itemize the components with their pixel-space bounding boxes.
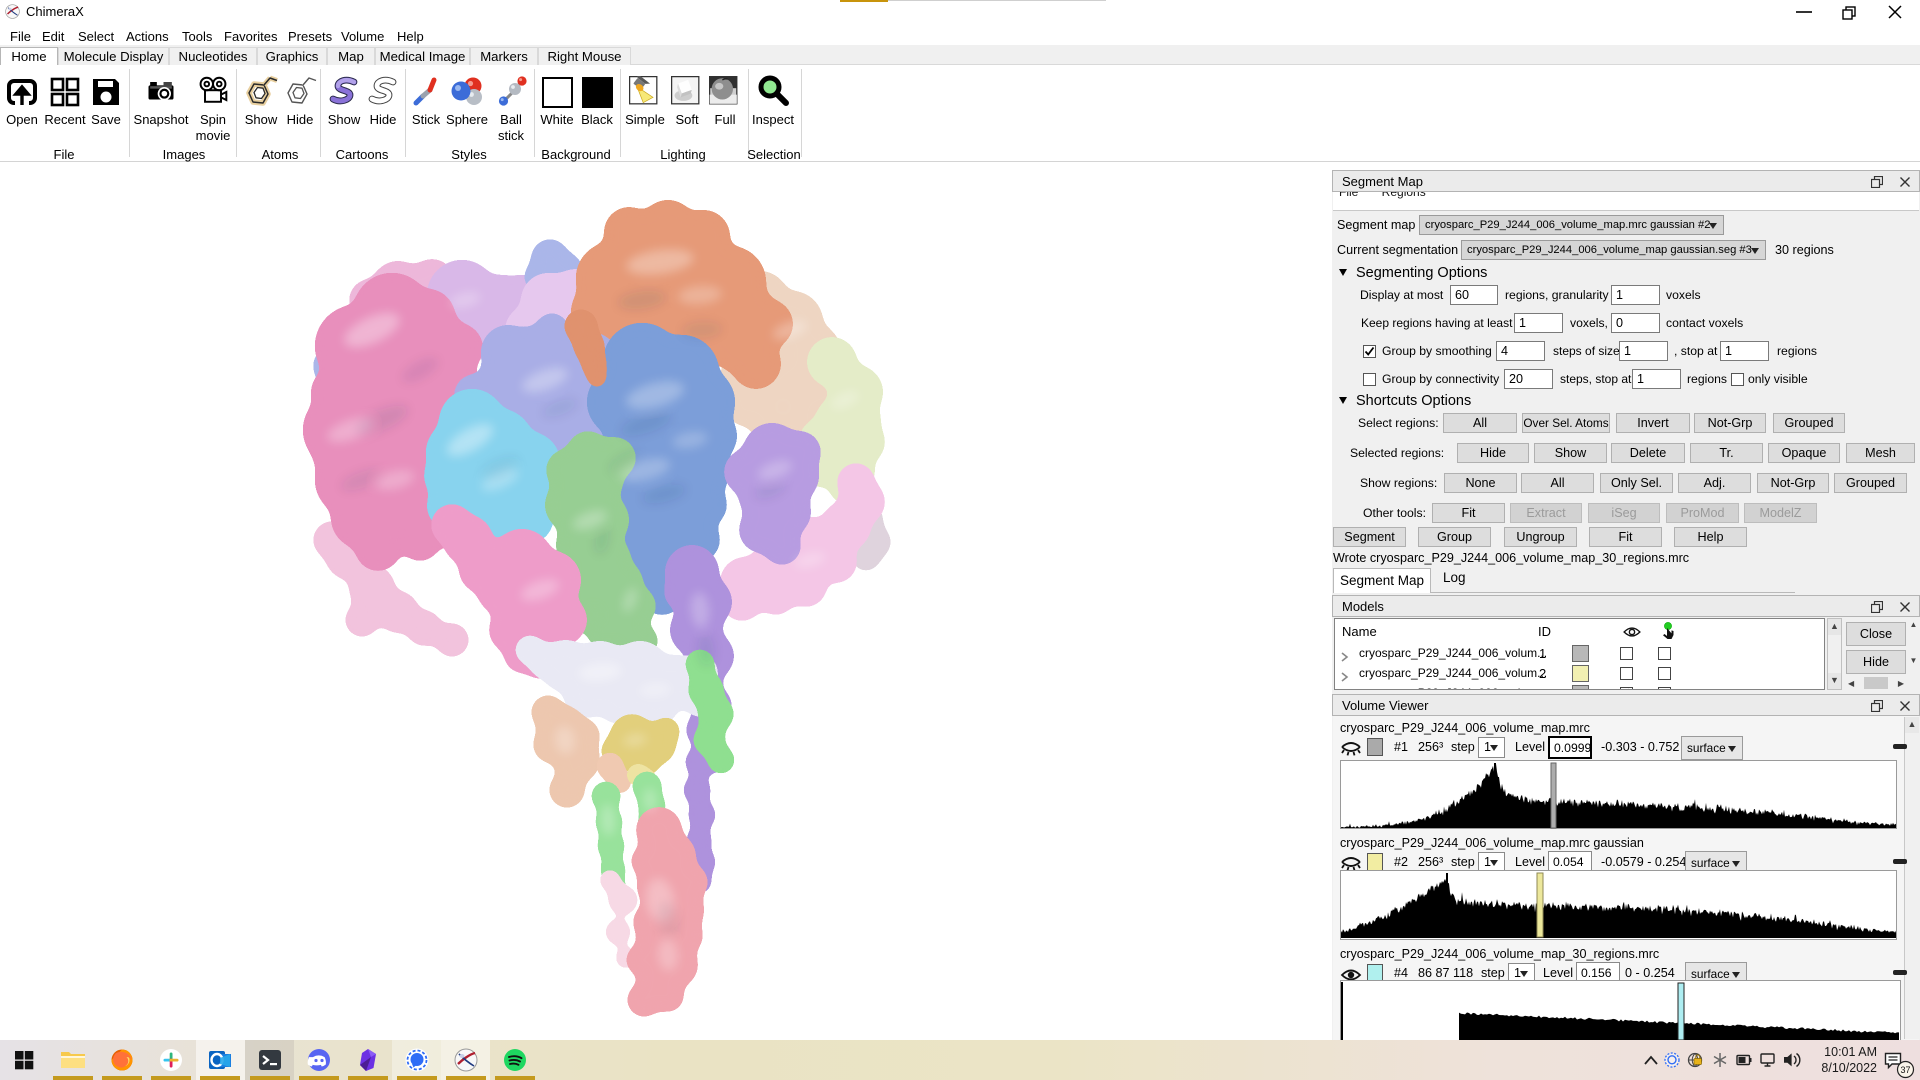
svg-text:37: 37 (1900, 1065, 1910, 1075)
